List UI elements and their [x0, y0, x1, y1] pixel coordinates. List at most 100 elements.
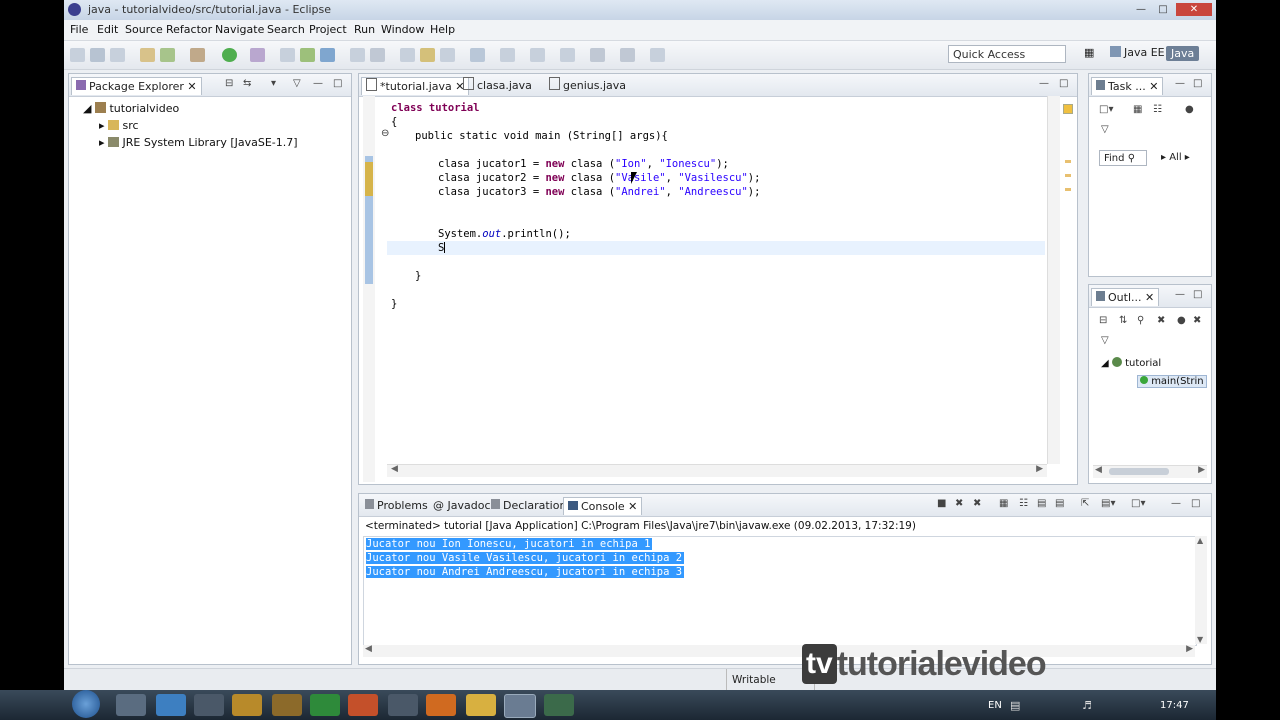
editor-vertical-scrollbar[interactable]	[1047, 96, 1060, 464]
tray-clock[interactable]: 17:47	[1160, 700, 1189, 711]
link-icon[interactable]: ✖	[1193, 315, 1201, 326]
minimize-view-icon[interactable]: —	[1175, 289, 1185, 300]
menu-project[interactable]: Project	[309, 23, 347, 36]
link-editor-icon[interactable]: ⇆	[243, 78, 251, 89]
hide-static-icon[interactable]: ⚲	[1137, 315, 1144, 326]
print-icon[interactable]	[110, 48, 125, 62]
tab-genius-java[interactable]: genius.java	[545, 77, 630, 94]
close-button[interactable]: ✕	[1176, 3, 1212, 16]
minimize-view-icon[interactable]: —	[1039, 78, 1049, 89]
scroll-left-icon[interactable]: ◀	[391, 464, 398, 474]
menu-window[interactable]: Window	[381, 23, 424, 36]
tab-outline[interactable]: Outl... ✕	[1091, 288, 1160, 306]
pin-console-icon[interactable]: ⇱	[1081, 498, 1089, 509]
menu-help[interactable]: Help	[430, 23, 455, 36]
menu-run[interactable]: Run	[354, 23, 375, 36]
tree-item-jre[interactable]: ▸ JRE System Library [JavaSE-1.7]	[99, 136, 298, 149]
hide-fields-icon[interactable]: ⇅	[1119, 315, 1127, 326]
taskbar-app-icon[interactable]	[348, 694, 378, 716]
open-perspective-icon[interactable]: ▦	[1084, 46, 1094, 59]
show-stdout-icon[interactable]: ▤	[1037, 498, 1046, 509]
remove-all-icon[interactable]: ✖	[973, 498, 981, 509]
scroll-lock-icon[interactable]: ▦	[999, 498, 1008, 509]
word-wrap-icon[interactable]: ☷	[1019, 498, 1028, 509]
external-tools-icon[interactable]	[160, 48, 175, 62]
tree-item-project[interactable]: ◢ tutorialvideo	[83, 102, 179, 115]
new-class-icon[interactable]	[320, 48, 335, 62]
quick-access-input[interactable]: Quick Access	[948, 45, 1066, 63]
fold-collapse-icon[interactable]: ⊖	[381, 128, 389, 139]
view-menu-chevron-icon[interactable]: ▽	[293, 78, 301, 89]
code-line-5[interactable]: clasa jucator2 = new clasa ("Vasile", "V…	[438, 172, 760, 184]
maximize-view-icon[interactable]: □	[333, 78, 342, 89]
console-output[interactable]: Jucator nou Ion Ionescu, jucatori in ech…	[363, 536, 1197, 646]
back-icon[interactable]	[590, 48, 605, 62]
console-horizontal-scrollbar[interactable]: ◀ ▶	[363, 644, 1195, 657]
toggle-mark-occurrences-icon[interactable]	[470, 48, 485, 62]
forward-icon[interactable]	[620, 48, 635, 62]
minimize-button[interactable]: —	[1132, 3, 1150, 16]
view-menu-icon[interactable]: ▾	[271, 78, 276, 89]
maximize-view-icon[interactable]: □	[1193, 289, 1202, 300]
console-line[interactable]: Jucator nou Ion Ionescu, jucatori in ech…	[366, 538, 653, 550]
code-line-7[interactable]: System.out.println();	[438, 228, 571, 240]
maximize-view-icon[interactable]: □	[1059, 78, 1068, 89]
tab-task-list[interactable]: Task ... ✕	[1091, 77, 1164, 95]
taskbar-explorer-icon[interactable]	[116, 694, 146, 716]
taskbar-app-icon[interactable]	[310, 694, 340, 716]
run-icon[interactable]	[222, 48, 237, 62]
taskbar-eclipse-icon[interactable]	[504, 694, 536, 718]
sync-icon[interactable]: ●	[1185, 104, 1194, 115]
console-vertical-scrollbar[interactable]: ▲ ▼	[1195, 536, 1207, 644]
taskbar-chrome-icon[interactable]	[466, 694, 496, 716]
code-line-8[interactable]: S	[438, 242, 446, 254]
open-console-icon[interactable]: □▾	[1131, 498, 1145, 509]
maximize-view-icon[interactable]: □	[1193, 78, 1202, 89]
perspective-java-ee[interactable]: Java EE	[1110, 46, 1165, 59]
overview-marker[interactable]	[1065, 174, 1071, 177]
scroll-right-icon[interactable]: ▶	[1198, 465, 1205, 475]
code-line-2[interactable]: {	[391, 116, 397, 128]
taskbar-app-icon[interactable]	[388, 694, 418, 716]
hide-nonpublic-icon[interactable]: ✖	[1157, 315, 1165, 326]
maximize-button[interactable]: □	[1154, 3, 1172, 16]
collapse-all-icon[interactable]: ⊟	[225, 78, 233, 89]
taskbar-media-icon[interactable]	[194, 694, 224, 716]
outline-class-item[interactable]: ◢ tutorial	[1101, 357, 1161, 369]
taskbar-ie-icon[interactable]	[156, 694, 186, 716]
outline-method-item[interactable]: main(Strin	[1137, 375, 1207, 388]
menu-refactor[interactable]: Refactor	[166, 23, 212, 36]
last-edit-icon[interactable]	[560, 48, 575, 62]
next-annotation-icon[interactable]	[420, 48, 435, 62]
open-type-icon[interactable]	[350, 48, 365, 62]
minimize-view-icon[interactable]: —	[1171, 498, 1181, 509]
terminate-icon[interactable]: ■	[937, 498, 946, 509]
console-line[interactable]: Jucator nou Andrei Andreescu, jucatori i…	[366, 566, 685, 578]
view-menu-icon[interactable]: ▽	[1101, 335, 1109, 346]
overview-marker[interactable]	[1065, 188, 1071, 191]
prev-annotation-icon[interactable]	[440, 48, 455, 62]
tree-item-src[interactable]: ▸ src	[99, 119, 139, 132]
code-line-6[interactable]: clasa jucator3 = new clasa ("Andrei", "A…	[438, 186, 760, 198]
new-task-icon[interactable]: □▾	[1099, 104, 1113, 115]
find-task-input[interactable]: Find ⚲	[1099, 150, 1147, 166]
collapse-icon[interactable]: ▽	[1101, 124, 1109, 135]
categorized-icon[interactable]: ▦	[1133, 104, 1142, 115]
scroll-left-icon[interactable]: ◀	[1095, 465, 1102, 475]
navigate-icon[interactable]	[650, 48, 665, 62]
minimize-view-icon[interactable]: —	[313, 78, 323, 89]
menu-search[interactable]: Search	[267, 23, 305, 36]
scroll-right-icon[interactable]: ▶	[1186, 644, 1193, 654]
start-button[interactable]	[72, 690, 100, 718]
new-java-project-icon[interactable]	[280, 48, 295, 62]
tray-language[interactable]: EN	[988, 700, 1002, 711]
tray-volume-icon[interactable]: ♬	[1082, 699, 1092, 712]
taskbar-firefox-icon[interactable]	[426, 694, 456, 716]
code-line-4[interactable]: clasa jucator1 = new clasa ("Ion", "Ione…	[438, 158, 729, 170]
save-icon[interactable]	[90, 48, 105, 62]
code-line-1[interactable]: class tutorial	[391, 102, 480, 114]
taskbar-app-icon[interactable]	[544, 694, 574, 716]
server-icon[interactable]	[190, 48, 205, 62]
menu-navigate[interactable]: Navigate	[215, 23, 264, 36]
display-console-icon[interactable]: ▤▾	[1101, 498, 1115, 509]
